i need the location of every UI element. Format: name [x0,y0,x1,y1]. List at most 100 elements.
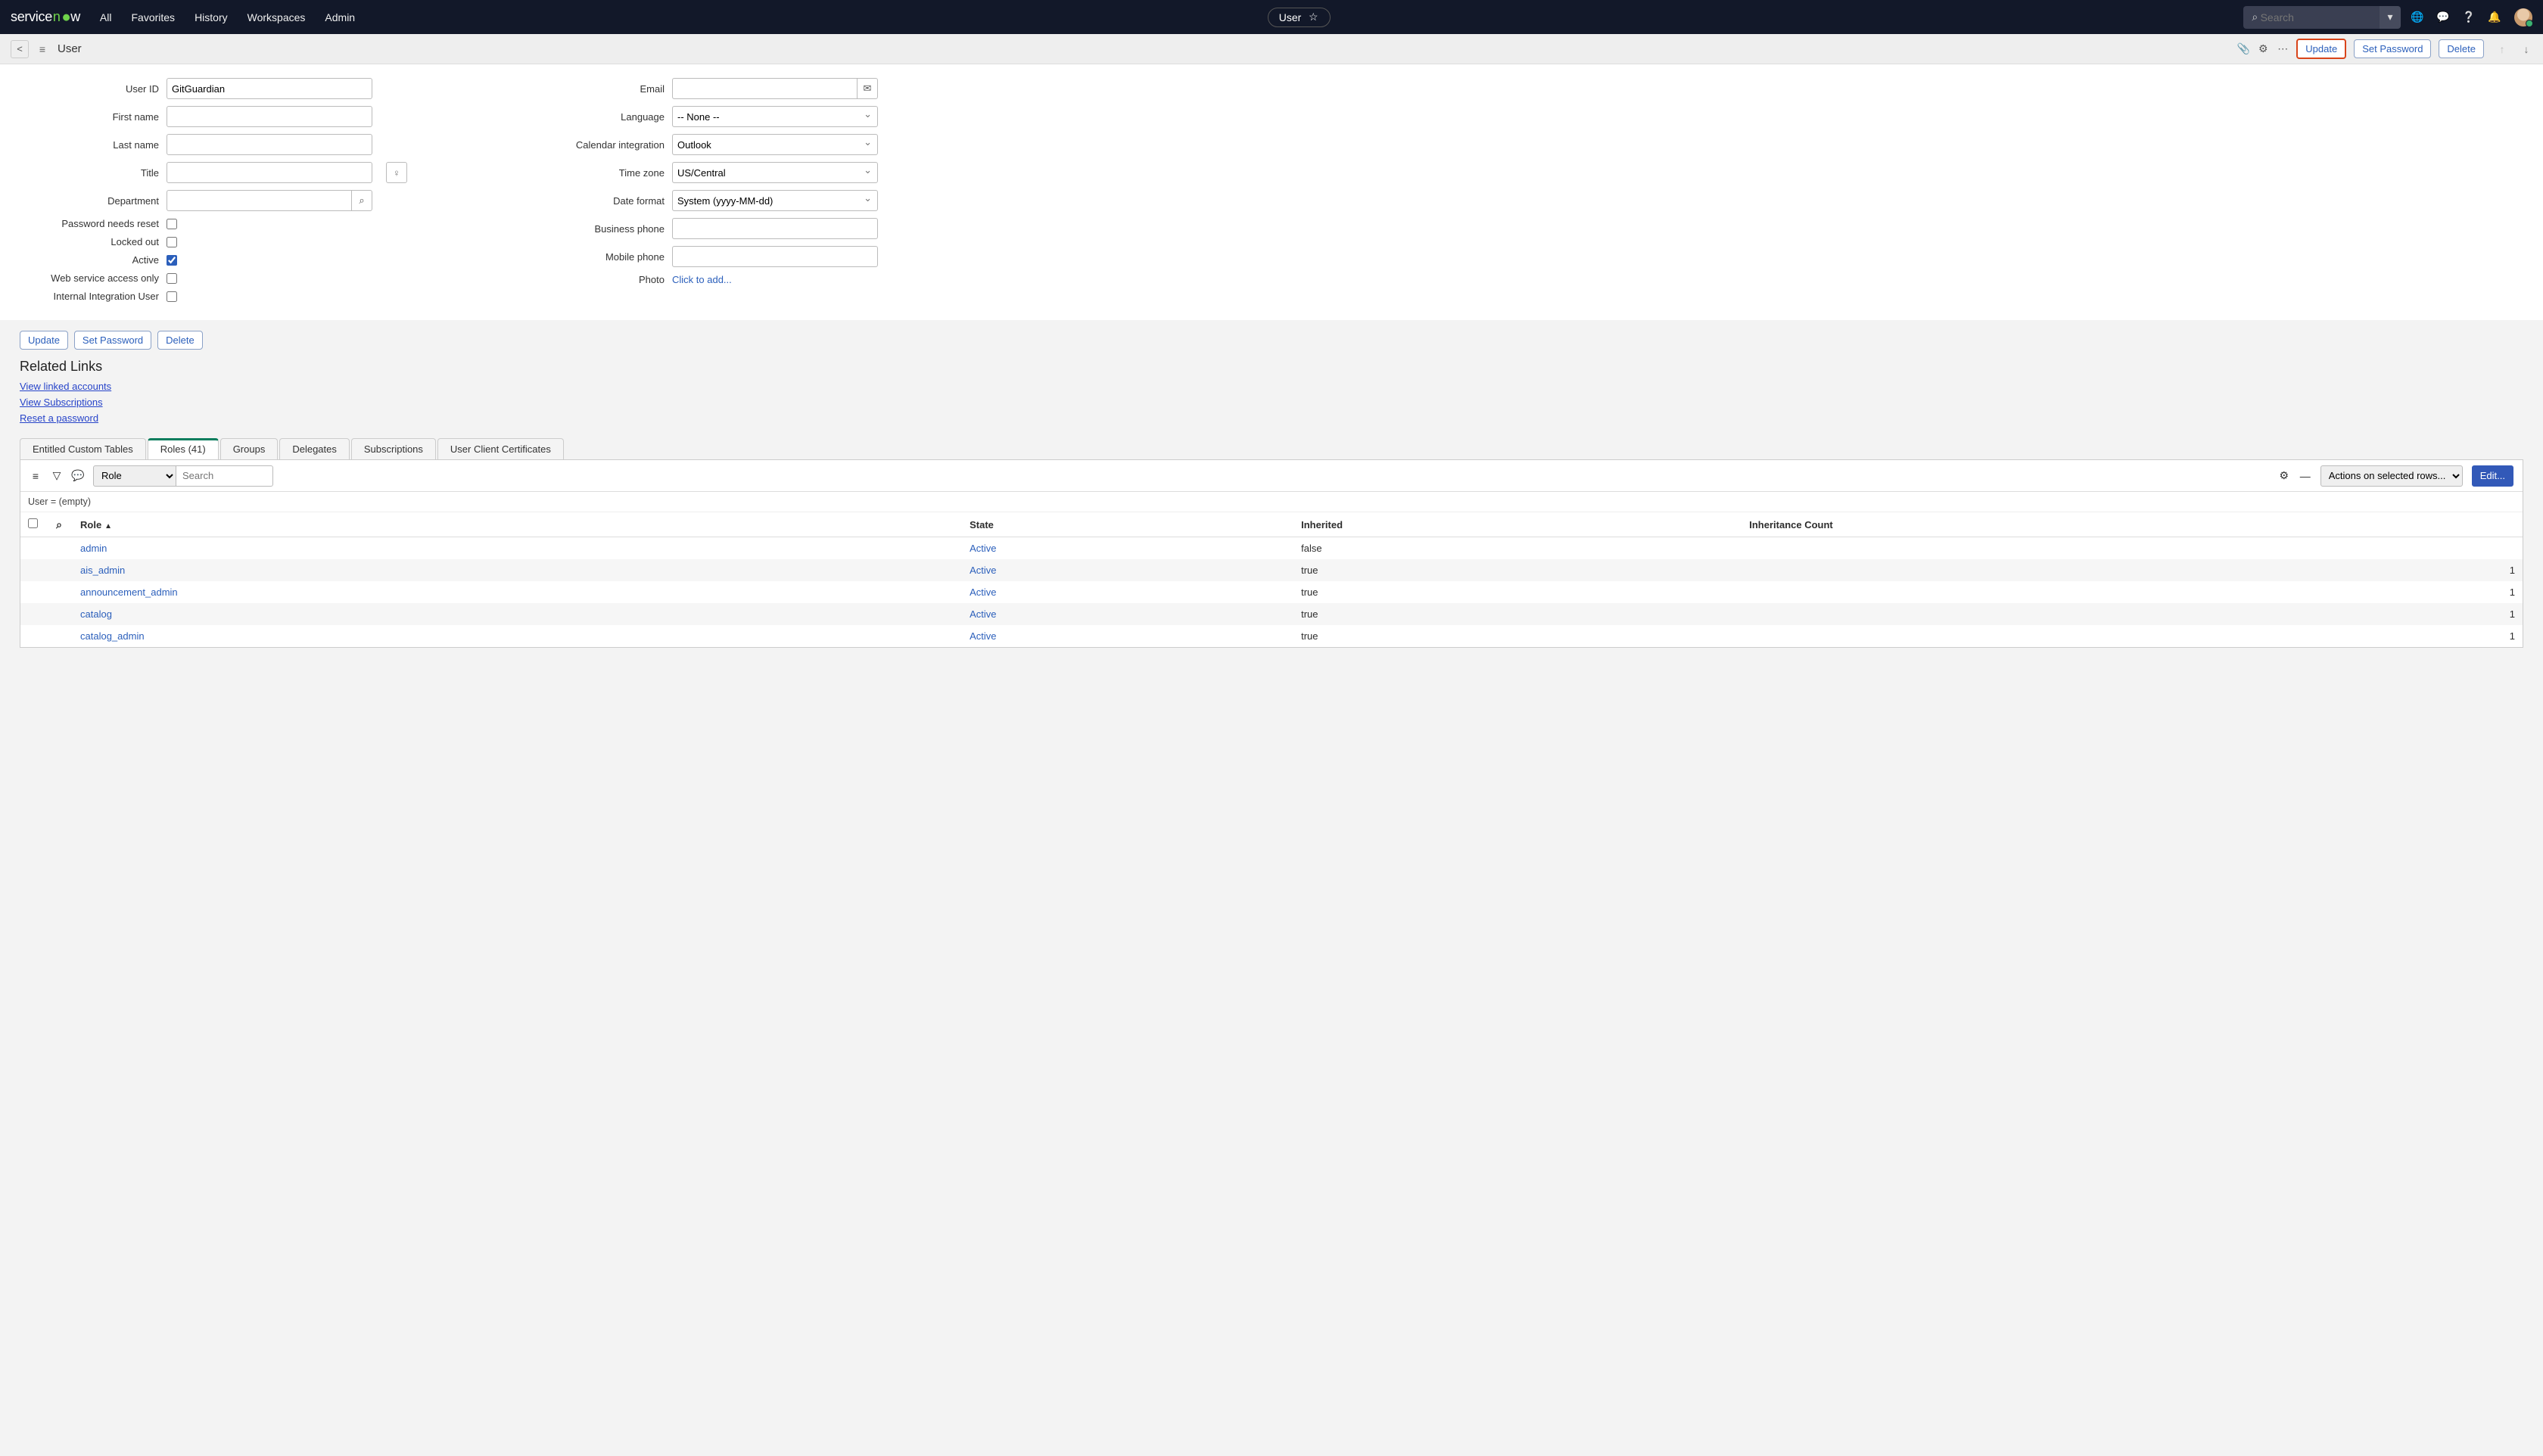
right-column: Email✉ Language-- None -- Calendar integ… [521,78,878,302]
more-icon[interactable]: ⋯ [2277,43,2289,55]
last-name-label: Last name [15,139,159,151]
table-row[interactable]: announcement_adminActivetrue1 [20,581,2523,603]
prev-record-icon[interactable]: ↑ [2496,43,2508,55]
tab-roles[interactable]: Roles (41) [148,438,219,459]
table-row[interactable]: ais_adminActivetrue1 [20,559,2523,581]
update-button-bottom[interactable]: Update [20,331,68,350]
title-input[interactable] [167,162,372,183]
list-menu-icon[interactable]: ≡ [30,470,42,482]
active-checkbox[interactable] [167,255,177,266]
user-id-input[interactable] [167,78,372,99]
first-name-input[interactable] [167,106,372,127]
mobile-phone-input[interactable] [672,246,878,267]
global-search-input[interactable] [2261,11,2373,23]
set-password-button[interactable]: Set Password [2354,39,2431,58]
col-state[interactable]: State [962,512,1293,537]
related-links-heading: Related Links [20,359,2523,375]
related-link-view-subscriptions[interactable]: View Subscriptions [20,395,2523,411]
calendar-select[interactable]: Outlook [672,134,878,155]
dateformat-select[interactable]: System (yyyy-MM-dd) [672,190,878,211]
chat-icon[interactable]: 💬 [2437,11,2449,23]
list-settings-icon[interactable]: ⚙ [2278,470,2290,482]
tab-groups[interactable]: Groups [220,438,279,459]
activity-icon[interactable]: 💬 [72,470,84,482]
photo-label: Photo [521,274,665,285]
search-scope-caret[interactable]: ▾ [2380,6,2401,29]
form-title: User [58,42,82,55]
last-name-input[interactable] [167,134,372,155]
star-icon: ☆ [1307,11,1319,23]
personalize-icon[interactable]: ⚙ [2257,43,2269,55]
internal-int-label: Internal Integration User [15,291,159,302]
col-inherited[interactable]: Inherited [1293,512,1742,537]
tab-delegates[interactable]: Delegates [279,438,350,459]
nav-favorites[interactable]: Favorites [131,11,175,23]
list-breadcrumb: User = (empty) [20,492,2523,512]
logo: servicen●w [11,9,80,25]
user-avatar[interactable] [2514,8,2532,26]
help-icon[interactable]: ❔ [2463,11,2475,23]
roles-table: ⌕ Role▲ State Inherited Inheritance Coun… [20,512,2523,647]
roles-list: ≡ ▽ 💬 Role ⚙ — Actions on selected rows.… [20,459,2523,648]
next-record-icon[interactable]: ↓ [2520,43,2532,55]
globe-icon[interactable]: 🌐 [2411,11,2423,23]
list-collapse-icon[interactable]: — [2299,470,2311,482]
table-row[interactable]: catalogActivetrue1 [20,603,2523,625]
form-menu-icon[interactable]: ≡ [36,43,48,55]
context-pill-label: User [1279,11,1302,23]
web-service-checkbox[interactable] [167,273,177,284]
tab-client-certs[interactable]: User Client Certificates [437,438,564,459]
photo-add-link[interactable]: Click to add... [672,274,732,285]
bell-icon[interactable]: 🔔 [2489,11,2501,23]
context-pill[interactable]: User ☆ [1268,8,1331,27]
global-search[interactable]: ⌕ [2243,6,2380,29]
form-body: User ID First name Last name Title♀ Depa… [0,64,2543,320]
language-select[interactable]: -- None -- [672,106,878,127]
locked-out-checkbox[interactable] [167,237,177,247]
set-password-button-bottom[interactable]: Set Password [74,331,151,350]
col-role[interactable]: Role▲ [73,512,962,537]
form-header: < ≡ User 📎 ⚙ ⋯ Update Set Password Delet… [0,34,2543,64]
department-lookup-icon[interactable]: ⌕ [351,190,372,211]
list-actions-select[interactable]: Actions on selected rows... [2320,465,2463,487]
department-input[interactable] [167,190,351,211]
email-input[interactable] [672,78,857,99]
internal-int-checkbox[interactable] [167,291,177,302]
caret-down-icon: ▾ [2384,11,2396,23]
tab-entitled-tables[interactable]: Entitled Custom Tables [20,438,146,459]
timezone-label: Time zone [521,167,665,179]
attachment-icon[interactable]: 📎 [2237,43,2249,55]
update-button[interactable]: Update [2296,39,2346,59]
pwd-reset-checkbox[interactable] [167,219,177,229]
back-button[interactable]: < [11,40,29,58]
email-label: Email [521,83,665,95]
table-row[interactable]: adminActivefalse [20,537,2523,560]
related-link-reset-password[interactable]: Reset a password [20,411,2523,427]
list-search-input[interactable] [176,465,273,487]
col-inheritance-count[interactable]: Inheritance Count [1742,512,2523,537]
email-compose-icon[interactable]: ✉ [857,78,878,99]
filter-icon[interactable]: ▽ [51,470,63,482]
title-suggest-icon[interactable]: ♀ [386,162,407,183]
delete-button[interactable]: Delete [2439,39,2484,58]
header-search-icon[interactable]: ⌕ [53,518,65,530]
pwd-reset-label: Password needs reset [15,218,159,229]
nav-workspaces[interactable]: Workspaces [247,11,306,23]
select-all-checkbox[interactable] [28,518,38,528]
timezone-select[interactable]: US/Central [672,162,878,183]
nav-all[interactable]: All [100,11,112,23]
related-tabs: Entitled Custom Tables Roles (41) Groups… [20,438,2523,459]
related-link-view-linked[interactable]: View linked accounts [20,379,2523,395]
list-field-select[interactable]: Role [93,465,176,487]
main-nav: All Favorites History Workspaces Admin [100,11,355,23]
department-label: Department [15,195,159,207]
nav-history[interactable]: History [195,11,228,23]
search-icon: ⌕ [2249,11,2261,23]
tab-subscriptions[interactable]: Subscriptions [351,438,436,459]
table-row[interactable]: catalog_adminActivetrue1 [20,625,2523,647]
list-edit-button[interactable]: Edit... [2472,465,2513,487]
business-phone-input[interactable] [672,218,878,239]
delete-button-bottom[interactable]: Delete [157,331,203,350]
nav-admin[interactable]: Admin [325,11,355,23]
title-label: Title [15,167,159,179]
